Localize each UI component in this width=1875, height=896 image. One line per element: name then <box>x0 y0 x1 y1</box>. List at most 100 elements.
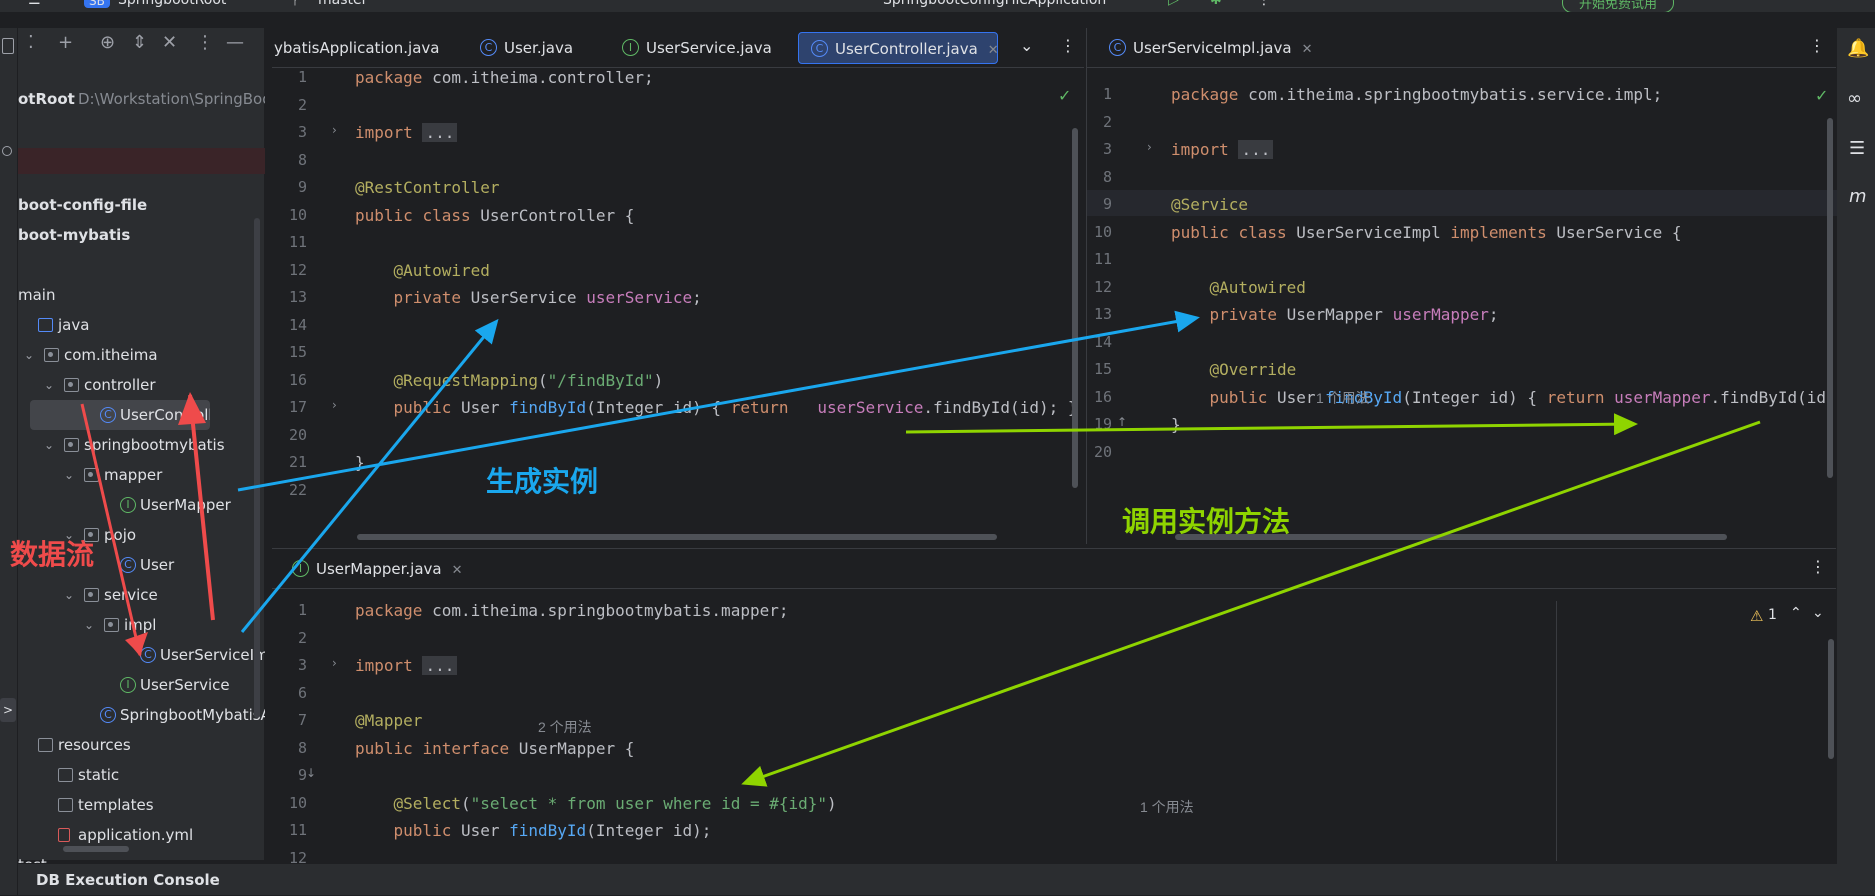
database-icon[interactable]: ☰ <box>1849 138 1865 159</box>
tabs-more-icon[interactable]: ⋮ <box>1060 36 1076 55</box>
code-line[interactable]: public interface UserMapper { <box>355 739 634 758</box>
tree-item[interactable]: application.yml <box>18 820 265 850</box>
editor-hscrollbar-left[interactable] <box>357 534 997 540</box>
expand-arrow-icon[interactable]: ⌄ <box>64 580 74 610</box>
code-line[interactable]: @Service <box>1171 195 1248 214</box>
db-console-title[interactable]: DB Execution Console <box>18 863 1837 895</box>
run-config[interactable]: SpringbootConfigFileApplication <box>883 0 1106 8</box>
tree-item[interactable]: java <box>18 310 265 340</box>
hide-icon[interactable]: — <box>226 32 244 53</box>
project-name[interactable]: SpringbootRoot <box>118 0 226 8</box>
branch-name[interactable]: master <box>318 0 367 8</box>
close-tab-icon[interactable]: ✕ <box>1302 42 1313 57</box>
expand-arrow-icon[interactable]: ⌄ <box>24 340 34 370</box>
code-line[interactable]: package com.itheima.springbootmybatis.se… <box>1171 85 1662 104</box>
tree-item[interactable]: resources <box>18 730 265 760</box>
expand-arrow-icon[interactable]: ⌄ <box>84 610 94 640</box>
code-line[interactable]: import ... <box>355 656 458 675</box>
next-problem-icon[interactable]: ⌄ <box>1812 605 1824 621</box>
code-line[interactable]: public User findById(Integer id); <box>355 821 712 840</box>
tree-item[interactable]: ⌄ com.itheima <box>18 340 265 370</box>
tree-root[interactable]: otRoot D:\Workstation\SpringBoot <box>18 84 265 114</box>
code-line[interactable]: @Autowired <box>355 261 490 280</box>
project-tool-icon[interactable] <box>2 38 14 54</box>
tree-item[interactable]: CUserController <box>30 400 210 430</box>
tabs-dropdown-icon[interactable]: ⌄ <box>1020 36 1033 55</box>
editor-scrollbar-right[interactable] <box>1827 118 1833 478</box>
code-line[interactable]: private UserMapper userMapper; <box>1171 305 1499 324</box>
warning-count[interactable]: 1 <box>1768 607 1777 623</box>
tree-item[interactable]: I UserService <box>18 670 265 700</box>
tree-scrollbar[interactable] <box>254 218 260 718</box>
editor-tab[interactable]: CybatisApplication.java <box>272 32 439 64</box>
code-line[interactable]: public class UserController { <box>355 206 634 225</box>
expand-all-icon[interactable]: ⇕ <box>132 32 147 53</box>
add-icon[interactable]: + <box>58 32 73 53</box>
code-line[interactable]: } <box>355 453 365 472</box>
code-line[interactable]: @Mapper <box>355 711 422 730</box>
code-line[interactable]: } <box>1171 415 1181 434</box>
tree-item[interactable]: templates <box>18 790 265 820</box>
collapse-all-icon[interactable]: ✕ <box>162 32 177 53</box>
tree-item[interactable]: ⌄ service <box>18 580 265 610</box>
implements-gutter-icon[interactable]: ↑ <box>1117 415 1127 429</box>
code-line[interactable]: import ... <box>1171 140 1274 159</box>
code-line[interactable]: package com.itheima.controller; <box>355 68 654 87</box>
code-line[interactable]: public User findById(Integer id) { retur… <box>1171 388 1865 407</box>
tree-item[interactable]: main <box>18 280 265 310</box>
hamburger-menu-icon[interactable]: ☰ <box>28 0 41 8</box>
fold-marker-icon[interactable]: › <box>332 656 337 670</box>
code-line[interactable]: @Override <box>1171 360 1297 379</box>
code-line[interactable]: package com.itheima.springbootmybatis.ma… <box>355 601 788 620</box>
tree-item[interactable]: I UserMapper <box>18 490 265 520</box>
tabs-more-icon-bottom[interactable]: ⋮ <box>1810 557 1826 576</box>
editor-tab[interactable]: C User.java <box>468 32 573 64</box>
implemented-gutter-icon[interactable]: ↓ <box>306 766 316 780</box>
tree-item[interactable]: CUserServiceImpl <box>18 640 265 670</box>
tree-item[interactable]: ⌄ controller <box>18 370 265 400</box>
tree-hscrollbar[interactable] <box>63 846 129 852</box>
options-icon[interactable]: ⋮ <box>196 32 214 53</box>
code-line[interactable]: public class UserServiceImpl implements … <box>1171 223 1682 242</box>
fold-marker-icon[interactable]: › <box>1147 140 1152 154</box>
prev-problem-icon[interactable]: ⌃ <box>1790 605 1802 621</box>
close-tab-icon[interactable]: ✕ <box>452 563 463 578</box>
tree-item[interactable]: static <box>18 760 265 790</box>
expand-arrow-icon[interactable]: ⌄ <box>44 370 54 400</box>
fold-marker-icon[interactable]: › <box>332 123 337 137</box>
close-tab-icon[interactable]: ✕ <box>988 43 999 58</box>
tree-item[interactable]: ⌄ impl <box>18 610 265 640</box>
more-icon[interactable]: ⋮ <box>1257 0 1271 8</box>
terminal-tool-icon[interactable]: > <box>0 698 16 722</box>
editor-tab[interactable]: C UserServiceImpl.java ✕ <box>1097 32 1312 64</box>
search-tool-icon[interactable] <box>2 146 12 156</box>
editor-tab[interactable]: I UserService.java <box>610 32 772 64</box>
debug-icon[interactable]: ✱ <box>1210 0 1222 8</box>
editor-scrollbar-bottom[interactable] <box>1828 639 1834 759</box>
fold-marker-icon[interactable]: › <box>332 398 337 412</box>
code-line[interactable]: @Select("select * from user where id = #… <box>355 794 837 813</box>
drag-handle-icon[interactable]: ⁚ <box>28 32 34 53</box>
run-icon[interactable]: ▷ <box>1168 0 1179 8</box>
maven-icon[interactable]: m <box>1849 186 1867 207</box>
trial-button[interactable]: 开始免费试用 <box>1562 0 1675 12</box>
warning-icon[interactable]: ⚠ <box>1750 607 1763 625</box>
code-line[interactable]: public User findById(Integer id) { retur… <box>355 398 1078 417</box>
code-line[interactable]: private UserService userService; <box>355 288 702 307</box>
tree-item[interactable]: CSpringbootMybatisApplication <box>18 700 265 730</box>
expand-arrow-icon[interactable]: ⌄ <box>64 460 74 490</box>
tabs-more-icon-right[interactable]: ⋮ <box>1809 36 1825 55</box>
locate-icon[interactable]: ⊕ <box>100 32 115 53</box>
tree-item[interactable]: boot-mybatis <box>18 220 265 250</box>
notifications-icon[interactable]: 🔔 <box>1847 38 1869 59</box>
editor-tab[interactable]: I UserMapper.java ✕ <box>280 553 463 585</box>
expand-arrow-icon[interactable]: ⌄ <box>44 430 54 460</box>
ai-assistant-icon[interactable]: ∞ <box>1847 88 1862 109</box>
tree-item[interactable]: ⌄ mapper <box>18 460 265 490</box>
editor-tab[interactable]: C UserController.java ✕ <box>798 32 999 64</box>
code-line[interactable]: import ... <box>355 123 458 142</box>
code-line[interactable]: @RestController <box>355 178 500 197</box>
tree-item[interactable]: ⌄ springbootmybatis <box>18 430 265 460</box>
code-line[interactable]: @Autowired <box>1171 278 1306 297</box>
code-line[interactable]: @RequestMapping("/findById") <box>355 371 664 390</box>
